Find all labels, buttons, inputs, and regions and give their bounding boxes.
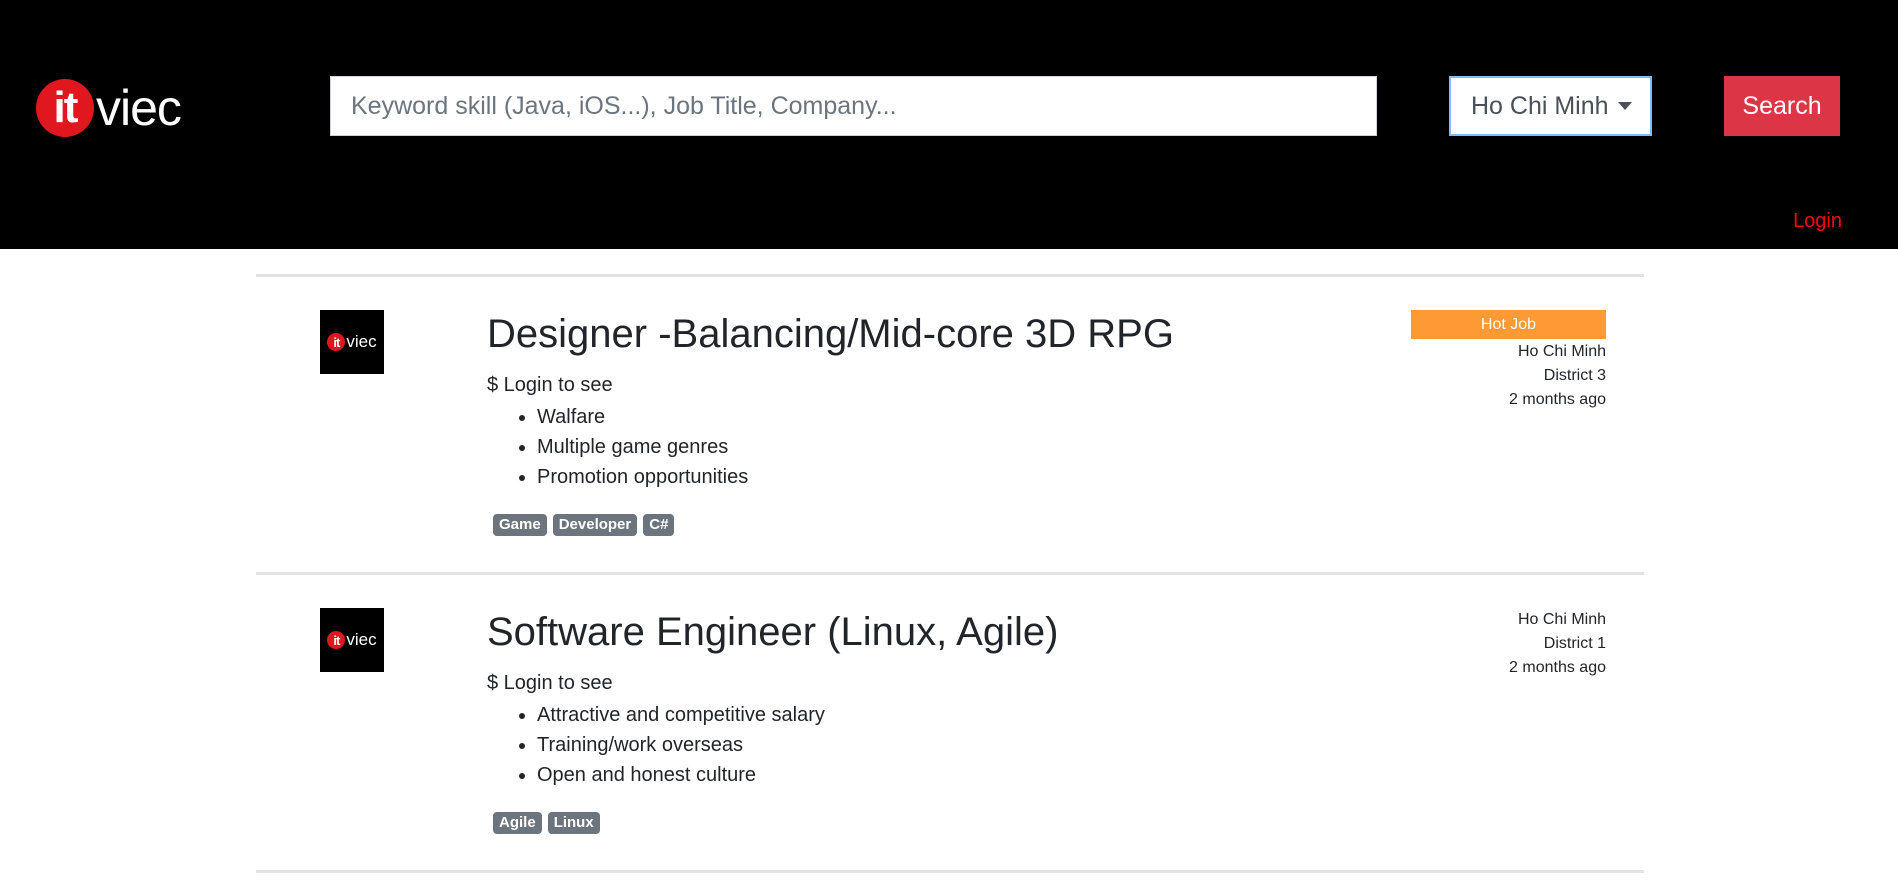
city-dropdown-value: Ho Chi Minh — [1471, 91, 1609, 120]
benefit-item: Training/work overseas — [537, 730, 825, 760]
skill-tag[interactable]: Game — [493, 514, 547, 536]
search-input[interactable] — [330, 76, 1377, 136]
job-meta: Ho Chi Minh District 1 2 months ago — [1411, 608, 1606, 680]
job-card: it viec Software Engineer (Linux, Agile)… — [256, 572, 1644, 870]
job-city: Ho Chi Minh — [1517, 343, 1606, 360]
search-button[interactable]: Search — [1724, 76, 1840, 136]
benefit-item: Walfare — [537, 402, 748, 432]
itviec-logo[interactable]: it viec — [36, 75, 196, 141]
job-district: District 1 — [1543, 635, 1606, 652]
job-list: it viec Designer -Balancing/Mid-core 3D … — [256, 274, 1644, 873]
job-meta: Hot Job Ho Chi Minh District 3 2 months … — [1411, 310, 1606, 412]
benefit-item: Promotion opportunities — [537, 462, 748, 492]
job-title[interactable]: Software Engineer (Linux, Agile) — [487, 610, 1058, 655]
job-posted-time: 2 months ago — [1509, 659, 1606, 676]
logo-mark: it — [327, 631, 346, 649]
job-title[interactable]: Designer -Balancing/Mid-core 3D RPG — [487, 312, 1174, 357]
job-district: District 3 — [1543, 367, 1606, 384]
logo-word: viec — [346, 332, 377, 351]
skill-tag[interactable]: Agile — [493, 812, 542, 834]
logo-mark: it — [327, 333, 346, 351]
benefit-item: Open and honest culture — [537, 760, 825, 790]
skill-tag[interactable]: Developer — [552, 514, 638, 536]
benefits-list: Attractive and competitive salary Traini… — [537, 700, 825, 790]
chevron-down-icon — [1617, 102, 1632, 110]
benefit-item: Multiple game genres — [537, 432, 748, 462]
list-divider — [256, 870, 1644, 873]
salary: $ Login to see — [487, 672, 613, 694]
skill-tags: Agile Linux — [493, 812, 600, 834]
login-link[interactable]: Login — [1793, 210, 1842, 233]
logo-mark: it — [36, 79, 94, 137]
job-card: it viec Designer -Balancing/Mid-core 3D … — [256, 274, 1644, 572]
top-header: it viec Ho Chi Minh Search Login — [0, 0, 1898, 249]
job-posted-time: 2 months ago — [1509, 391, 1606, 408]
hot-job-badge: Hot Job — [1411, 310, 1606, 339]
company-logo[interactable]: it viec — [320, 608, 384, 672]
city-dropdown[interactable]: Ho Chi Minh — [1449, 76, 1652, 136]
job-city: Ho Chi Minh — [1517, 611, 1606, 628]
skill-tag[interactable]: C# — [643, 514, 675, 536]
benefits-list: Walfare Multiple game genres Promotion o… — [537, 402, 748, 492]
company-logo[interactable]: it viec — [320, 310, 384, 374]
salary: $ Login to see — [487, 374, 613, 396]
logo-word: viec — [96, 80, 182, 136]
logo-word: viec — [346, 630, 377, 649]
skill-tags: Game Developer C# — [493, 514, 675, 536]
skill-tag[interactable]: Linux — [547, 812, 600, 834]
benefit-item: Attractive and competitive salary — [537, 700, 825, 730]
